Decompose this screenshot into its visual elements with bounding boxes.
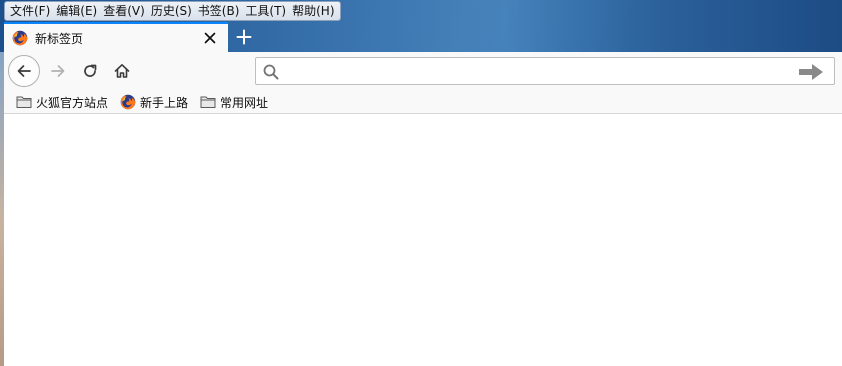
reload-button[interactable]: [78, 59, 102, 83]
folder-icon: [16, 96, 32, 108]
firefox-icon: [120, 94, 136, 110]
back-button[interactable]: [8, 55, 40, 87]
page-content[interactable]: [4, 114, 842, 366]
bookmark-label: 新手上路: [140, 95, 189, 110]
tab-title: 新标签页: [35, 31, 84, 46]
close-icon: [204, 32, 216, 44]
menu-view[interactable]: 查看(V): [100, 3, 148, 19]
bookmarks-toolbar: 火狐官方站点 新手上路 常用网址: [4, 90, 842, 114]
menu-tools[interactable]: 工具(T): [242, 3, 289, 19]
go-arrow-icon[interactable]: [798, 63, 824, 81]
bookmark-folder-common-sites[interactable]: 常用网址: [200, 93, 268, 111]
bookmark-folder-firefox-official[interactable]: 火狐官方站点: [16, 93, 108, 111]
firefox-icon: [12, 30, 28, 46]
home-icon: [114, 64, 130, 78]
menu-file[interactable]: 文件(F): [7, 3, 53, 19]
search-icon: [263, 64, 279, 80]
tab-new-tab[interactable]: 新标签页: [4, 22, 228, 52]
browser-window: 文件(F) 编辑(E) 查看(V) 历史(S) 书签(B) 工具(T) 帮助(H…: [0, 0, 842, 366]
menu-edit[interactable]: 编辑(E): [53, 3, 100, 19]
bookmark-label: 火狐官方站点: [36, 95, 109, 110]
plus-icon: [236, 29, 252, 45]
bookmark-getting-started[interactable]: 新手上路: [120, 93, 188, 111]
navigation-toolbar: [4, 52, 842, 90]
bookmark-label: 常用网址: [220, 95, 269, 110]
arrow-left-icon: [17, 65, 31, 77]
url-bar[interactable]: [255, 57, 835, 85]
menu-bookmarks[interactable]: 书签(B): [195, 3, 243, 19]
forward-button[interactable]: [46, 59, 70, 83]
folder-icon: [200, 96, 216, 108]
menu-bar: 文件(F) 编辑(E) 查看(V) 历史(S) 书签(B) 工具(T) 帮助(H…: [4, 1, 341, 21]
menu-help[interactable]: 帮助(H): [289, 3, 337, 19]
reload-icon: [84, 64, 97, 77]
arrow-right-icon: [51, 65, 65, 77]
url-input[interactable]: [284, 61, 784, 81]
new-tab-button[interactable]: [232, 25, 256, 49]
tab-close-button[interactable]: [200, 28, 220, 48]
home-button[interactable]: [110, 59, 134, 83]
menu-history[interactable]: 历史(S): [148, 3, 195, 19]
